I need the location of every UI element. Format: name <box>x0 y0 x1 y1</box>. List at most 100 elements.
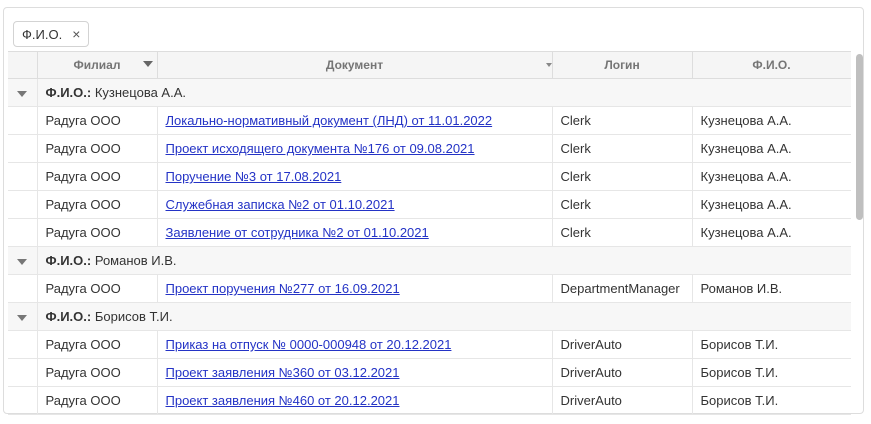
login-cell: Clerk <box>552 162 693 191</box>
table-row[interactable]: Радуга ООО Проект заявления №460 от 20.12… <box>8 386 851 415</box>
group-key: Ф.И.О.: <box>45 253 92 268</box>
document-link[interactable]: Заявление от сотрудника №2 от 01.10.2021 <box>166 225 429 240</box>
document-cell: Проект исходящего документа №176 от 09.0… <box>157 134 553 163</box>
fio-cell: Кузнецова А.А. <box>692 190 851 219</box>
group-header-cell: Ф.И.О.: Кузнецова А.А. <box>37 78 851 107</box>
fio-cell: Романов И.В. <box>692 274 851 303</box>
fio-cell: Борисов Т.И. <box>692 386 851 415</box>
header-branch[interactable]: Филиал <box>37 52 158 79</box>
branch-cell: Радуга ООО <box>37 134 158 163</box>
header-row: Филиал Документ Логин Ф.И.О. <box>8 52 851 79</box>
header-fio[interactable]: Ф.И.О. <box>692 52 851 79</box>
group-key: Ф.И.О.: <box>45 309 92 324</box>
grid-body: Ф.И.О.: Кузнецова А.А. Радуга ООО Локально… <box>8 78 851 415</box>
document-link[interactable]: Служебная записка №2 от 01.10.2021 <box>166 197 395 212</box>
group-header-cell: Ф.И.О.: Романов И.В. <box>37 246 851 275</box>
group-value: Борисов Т.И. <box>94 309 173 324</box>
document-link[interactable]: Поручение №3 от 17.08.2021 <box>166 169 342 184</box>
document-link[interactable]: Проект поручения №277 от 16.09.2021 <box>166 281 400 296</box>
branch-cell: Радуга ООО <box>37 218 158 247</box>
fio-cell: Кузнецова А.А. <box>692 162 851 191</box>
group-expander[interactable] <box>8 78 38 107</box>
fio-cell: Борисов Т.И. <box>692 358 851 387</box>
document-cell: Заявление от сотрудника №2 от 01.10.2021 <box>157 218 553 247</box>
fio-cell: Кузнецова А.А. <box>692 134 851 163</box>
document-cell: Поручение №3 от 17.08.2021 <box>157 162 553 191</box>
document-link[interactable]: Проект заявления №460 от 20.12.2021 <box>166 393 400 408</box>
group-chip-label: Ф.И.О. <box>22 26 63 42</box>
chevron-down-icon[interactable] <box>17 258 28 265</box>
login-cell: DriverAuto <box>552 330 693 359</box>
group-header-cell: Ф.И.О.: Борисов Т.И. <box>37 302 851 331</box>
row-indent-cell <box>8 134 38 163</box>
group-key: Ф.И.О.: <box>45 85 92 100</box>
branch-cell: Радуга ООО <box>37 274 158 303</box>
branch-cell: Радуга ООО <box>37 190 158 219</box>
chevron-down-icon[interactable] <box>17 90 28 97</box>
document-cell: Приказ на отпуск № 0000-000948 от 20.12.… <box>157 330 553 359</box>
group-row[interactable]: Ф.И.О.: Борисов Т.И. <box>8 302 851 331</box>
header-document-label: Документ <box>325 58 384 72</box>
table-row[interactable]: Радуга ООО Проект заявления №360 от 03.12… <box>8 358 851 387</box>
login-cell: Clerk <box>552 134 693 163</box>
group-row[interactable]: Ф.И.О.: Кузнецова А.А. <box>8 78 851 107</box>
table-row[interactable]: Радуга ООО Локально-нормативный документ … <box>8 106 851 135</box>
table-row[interactable]: Радуга ООО Служебная записка №2 от 01.10.… <box>8 190 851 219</box>
row-indent-cell <box>8 106 38 135</box>
chevron-down-icon[interactable] <box>17 314 28 321</box>
login-cell: DriverAuto <box>552 358 693 387</box>
table-row[interactable]: Радуга ООО Проект исходящего документа №1… <box>8 134 851 163</box>
group-expander[interactable] <box>8 246 38 275</box>
row-indent-cell <box>8 386 38 415</box>
group-row[interactable]: Ф.И.О.: Романов И.В. <box>8 246 851 275</box>
table-row[interactable]: Радуга ООО Заявление от сотрудника №2 от … <box>8 218 851 247</box>
close-icon[interactable]: × <box>72 27 80 41</box>
table-row[interactable]: Радуга ООО Приказ на отпуск № 0000-000948… <box>8 330 851 359</box>
branch-cell: Радуга ООО <box>37 358 158 387</box>
header-expand-column <box>8 52 38 79</box>
document-link[interactable]: Приказ на отпуск № 0000-000948 от 20.12.… <box>166 337 452 352</box>
row-indent-cell <box>8 330 38 359</box>
login-cell: DriverAuto <box>552 386 693 415</box>
document-cell: Проект поручения №277 от 16.09.2021 <box>157 274 553 303</box>
row-indent-cell <box>8 162 38 191</box>
document-link[interactable]: Проект исходящего документа №176 от 09.0… <box>166 141 475 156</box>
table-row[interactable]: Радуга ООО Поручение №3 от 17.08.2021 Cler… <box>8 162 851 191</box>
login-cell: Clerk <box>552 218 693 247</box>
scrollbar-thumb[interactable] <box>856 54 863 220</box>
group-value: Романов И.В. <box>94 253 177 268</box>
group-value: Кузнецова А.А. <box>94 85 186 100</box>
sort-down-icon[interactable] <box>142 61 153 67</box>
grid-panel: Ф.И.О. × Филиал Документ Логин Ф.И.О. Ф.… <box>3 7 864 417</box>
header-login-label: Логин <box>604 58 640 72</box>
document-link[interactable]: Проект заявления №360 от 03.12.2021 <box>166 365 400 380</box>
document-cell: Проект заявления №360 от 03.12.2021 <box>157 358 553 387</box>
header-fio-label: Ф.И.О. <box>752 58 791 72</box>
branch-cell: Радуга ООО <box>37 162 158 191</box>
document-link[interactable]: Локально-нормативный документ (ЛНД) от 1… <box>166 113 493 128</box>
login-cell: Clerk <box>552 106 693 135</box>
login-cell: Clerk <box>552 190 693 219</box>
group-expander[interactable] <box>8 302 38 331</box>
branch-cell: Радуга ООО <box>37 330 158 359</box>
document-cell: Служебная записка №2 от 01.10.2021 <box>157 190 553 219</box>
header-document[interactable]: Документ <box>157 52 553 79</box>
document-cell: Локально-нормативный документ (ЛНД) от 1… <box>157 106 553 135</box>
fio-cell: Кузнецова А.А. <box>692 218 851 247</box>
row-indent-cell <box>8 190 38 219</box>
fio-cell: Кузнецова А.А. <box>692 106 851 135</box>
data-grid: Филиал Документ Логин Ф.И.О. Ф.И.О.: Куз… <box>8 51 851 419</box>
header-login[interactable]: Логин <box>552 52 693 79</box>
document-cell: Проект заявления №460 от 20.12.2021 <box>157 386 553 415</box>
login-cell: DepartmentManager <box>552 274 693 303</box>
group-chip-fio[interactable]: Ф.И.О. × <box>13 21 90 47</box>
fio-cell: Борисов Т.И. <box>692 330 851 359</box>
branch-cell: Радуга ООО <box>37 386 158 415</box>
group-panel: Ф.И.О. × <box>13 21 90 47</box>
row-indent-cell <box>8 218 38 247</box>
vertical-scrollbar[interactable] <box>855 51 863 417</box>
sort-down-icon[interactable] <box>545 63 552 67</box>
branch-cell: Радуга ООО <box>37 106 158 135</box>
table-row[interactable]: Радуга ООО Проект поручения №277 от 16.09… <box>8 274 851 303</box>
grid-table: Филиал Документ Логин Ф.И.О. Ф.И.О.: Куз… <box>8 52 851 415</box>
